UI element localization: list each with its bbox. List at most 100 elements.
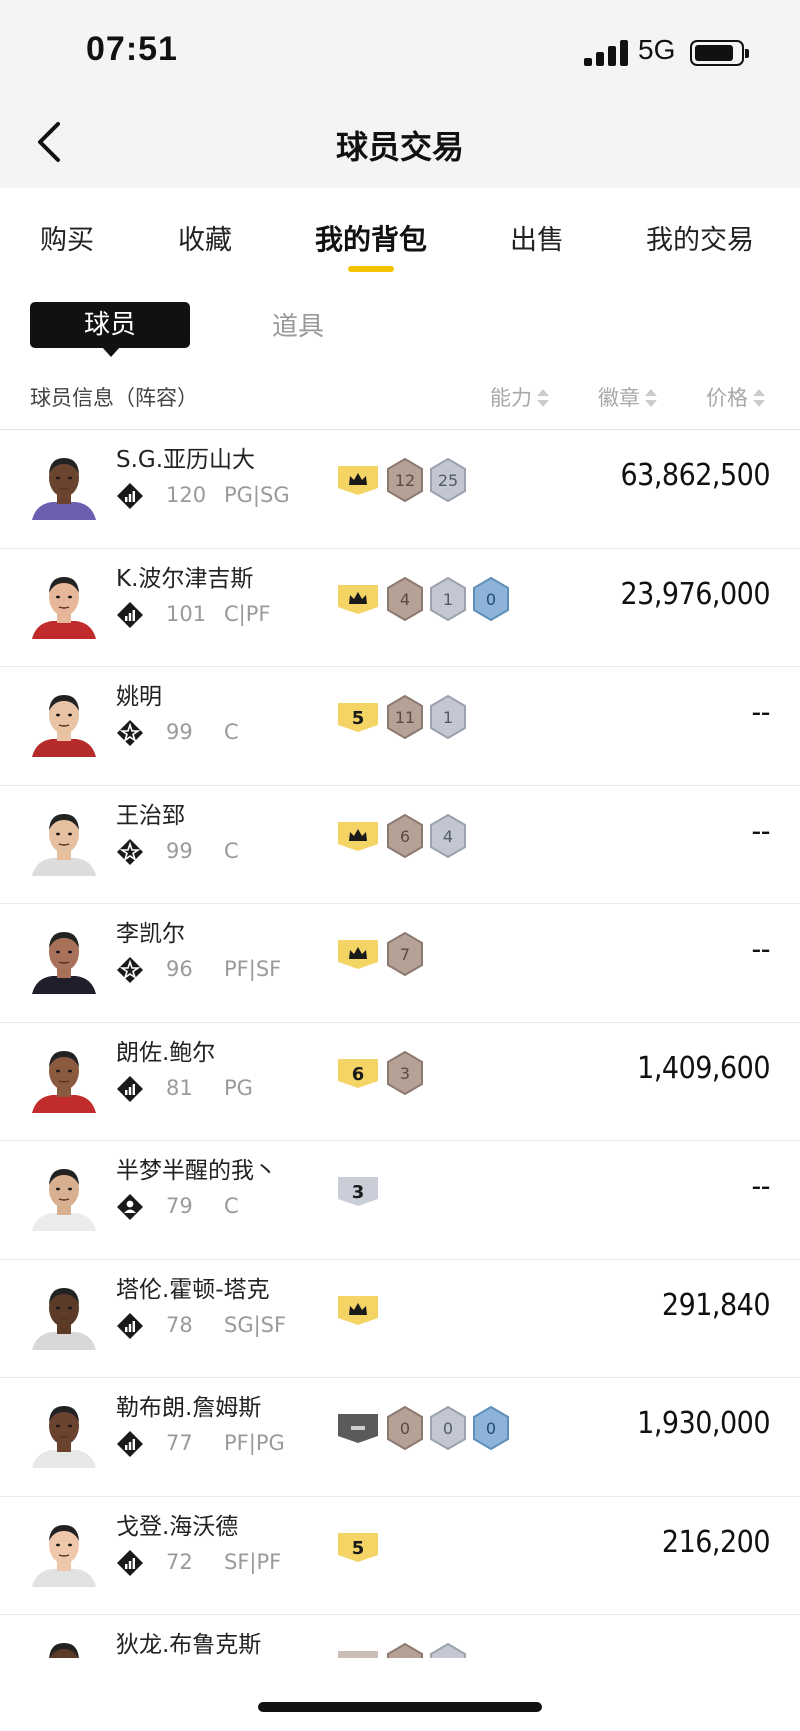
svg-text:12: 12: [395, 471, 415, 490]
player-price: 23,976,000: [620, 576, 771, 612]
tier-badge-icon: 3: [338, 1177, 378, 1206]
svg-text:4: 4: [400, 590, 410, 609]
player-name: S.G.亚历山大: [116, 447, 256, 473]
segment-players[interactable]: 球员: [30, 302, 190, 357]
column-price-label: 价格: [706, 386, 748, 410]
player-rating: 101: [166, 601, 207, 626]
bronze-badge-hex-icon: 12: [387, 458, 423, 502]
tab-my-trades[interactable]: 我的交易: [646, 218, 754, 257]
player-name: 朗佐.鲍尔: [116, 1039, 216, 1066]
column-badge-label: 徽章: [598, 386, 640, 410]
player-position: SF|PF: [224, 1549, 282, 1574]
tab-my-backpack[interactable]: 我的背包: [315, 218, 427, 258]
page-title: 球员交易: [335, 128, 464, 166]
player-rating: 77: [166, 1431, 193, 1455]
player-name: 狄龙.布鲁克斯: [116, 1632, 262, 1658]
player-position: C: [224, 1194, 239, 1218]
column-badge-sort[interactable]: 徽章: [598, 382, 657, 412]
player-rating: 120: [166, 483, 207, 507]
tier-badge-icon: 6: [338, 1058, 378, 1088]
player-name: 勒布朗.詹姆斯: [116, 1395, 262, 1421]
silver-badge-hex-icon: 4: [430, 813, 466, 858]
bronze-badge-hex-icon: 11: [387, 695, 423, 739]
player-rating: 72: [166, 1549, 193, 1574]
player-avatar: [32, 1287, 96, 1350]
star-diamond-icon: [117, 957, 143, 983]
star-diamond-icon: [117, 838, 143, 865]
active-tab-indicator: [348, 266, 394, 272]
player-rating: 78: [166, 1312, 193, 1337]
player-position: C: [224, 838, 239, 863]
tab-sell[interactable]: 出售: [510, 218, 564, 257]
player-row[interactable]: 勒布朗.詹姆斯 77 PF|PG 0 0 0 1,930,000: [0, 1378, 800, 1497]
player-row[interactable]: S.G.亚历山大 120 PG|SG 12 25 63,862,500: [0, 430, 800, 549]
svg-text:7: 7: [400, 945, 410, 964]
tab-buy[interactable]: 购买: [40, 218, 94, 257]
player-row[interactable]: K.波尔津吉斯 101 C|PF 4 1 0 23,976,000: [0, 549, 800, 667]
player-avatar: [32, 813, 96, 876]
player-position: PG|SG: [224, 483, 290, 507]
player-name: 半梦半醒的我丶: [116, 1158, 277, 1184]
player-price: --: [751, 932, 771, 967]
player-row[interactable]: 李凯尔 96 PF|SF 7 --: [0, 904, 800, 1023]
player-price: 291,840: [661, 1287, 771, 1323]
segment-items[interactable]: 道具: [272, 306, 324, 343]
player-row[interactable]: 朗佐.鲍尔 81 PG 6 3 1,409,600: [0, 1023, 800, 1141]
svg-text:0: 0: [486, 1419, 496, 1438]
tab-favorites[interactable]: 收藏: [178, 218, 232, 257]
player-avatar: [32, 1406, 96, 1468]
svg-text:6: 6: [400, 827, 410, 846]
player-avatar: [32, 1524, 96, 1587]
player-row[interactable]: 王治郅 99 C 6 4 --: [0, 786, 800, 904]
star-diamond-icon: [117, 720, 143, 746]
network-type: 5G: [638, 34, 676, 65]
player-name: 姚明: [116, 684, 162, 710]
player-rating: 99: [166, 720, 193, 744]
svg-text:4: 4: [443, 827, 453, 846]
svg-text:1: 1: [443, 590, 453, 609]
player-name: 塔伦.霍顿-塔克: [116, 1276, 270, 1303]
player-row[interactable]: 姚明 99 C 5 11 1 --: [0, 667, 800, 786]
player-position: PG: [224, 1075, 253, 1100]
column-player-info: 球员信息（阵容）: [30, 386, 198, 410]
bars-diamond-icon: [117, 1431, 143, 1457]
tier-badge-icon: [338, 1651, 378, 1658]
player-position: PF|SF: [224, 957, 282, 981]
player-price: --: [751, 1169, 771, 1204]
silver-badge-hex-icon: [430, 1643, 466, 1658]
player-row[interactable]: 狄龙.布鲁克斯: [0, 1615, 800, 1658]
silver-badge-hex-icon: 0: [430, 1406, 466, 1450]
crown-tier-icon: [338, 1295, 378, 1325]
sort-icon: [753, 389, 765, 407]
player-position: C|PF: [224, 601, 271, 626]
silver-badge-hex-icon: 25: [430, 458, 466, 502]
player-row[interactable]: 半梦半醒的我丶 79 C 3 --: [0, 1141, 800, 1260]
player-avatar: [49, 1643, 79, 1658]
bars-diamond-icon: [117, 1312, 143, 1339]
person-diamond-icon: [117, 1194, 143, 1220]
player-row[interactable]: 戈登.海沃德 72 SF|PF 5 216,200: [0, 1497, 800, 1615]
column-price-sort[interactable]: 价格: [706, 382, 765, 412]
sort-icon: [537, 389, 549, 407]
bronze-badge-hex-icon: 3: [387, 1050, 423, 1095]
player-price: 63,862,500: [620, 458, 771, 493]
svg-text:0: 0: [486, 590, 496, 609]
crown-tier-icon: [338, 584, 378, 614]
silver-badge-hex-icon: 1: [430, 695, 466, 739]
svg-text:0: 0: [400, 1419, 410, 1438]
bars-diamond-icon: [117, 601, 143, 628]
bars-diamond-icon: [117, 483, 143, 509]
player-rating: 99: [166, 838, 193, 863]
tier-badge-icon: 5: [338, 1532, 378, 1562]
player-name: 王治郅: [116, 802, 185, 829]
player-position: PF|PG: [224, 1431, 285, 1455]
player-avatar: [32, 932, 96, 994]
bronze-badge-hex-icon: 6: [387, 813, 423, 858]
column-ability-sort[interactable]: 能力: [490, 382, 549, 412]
player-row[interactable]: 塔伦.霍顿-塔克 78 SG|SF 291,840: [0, 1260, 800, 1378]
crown-tier-icon: [338, 940, 378, 969]
bars-diamond-icon: [117, 1549, 143, 1576]
player-avatar: [32, 1169, 96, 1231]
player-rating: 81: [166, 1075, 193, 1100]
cellular-signal-icon: [584, 40, 628, 66]
